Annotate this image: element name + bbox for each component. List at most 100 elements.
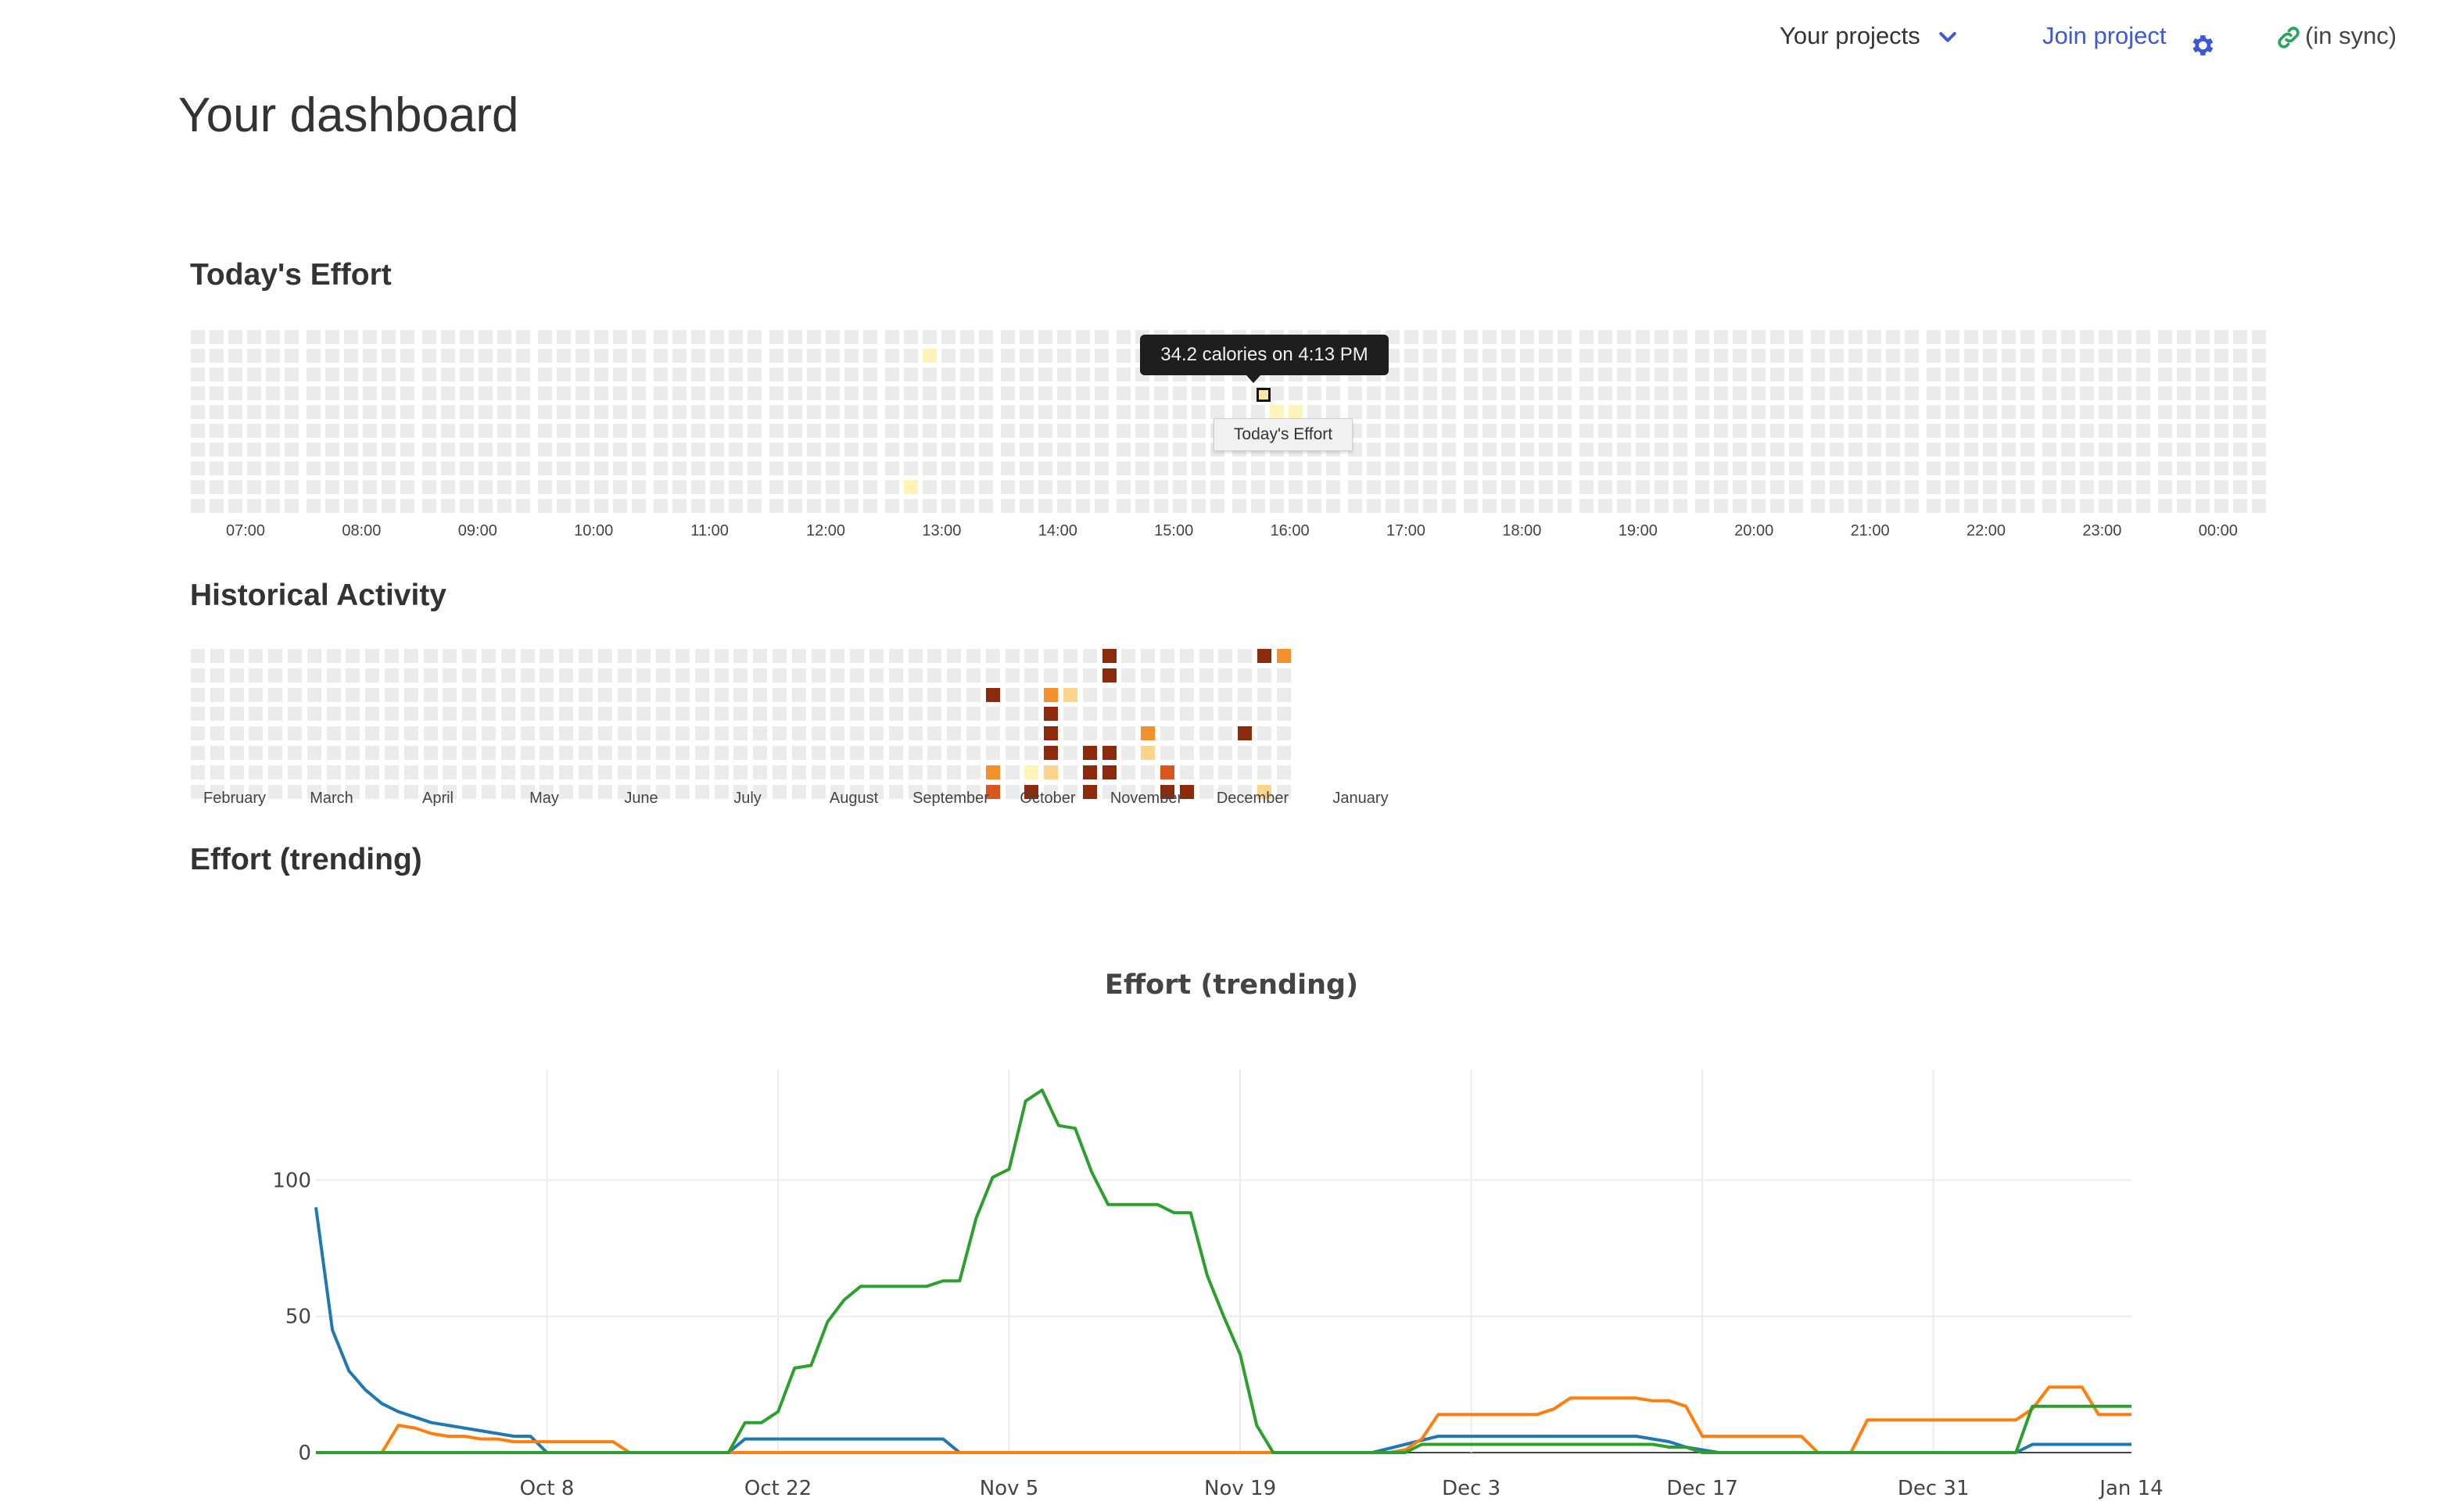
today-heatmap-cell[interactable] — [863, 499, 877, 513]
today-heatmap-cell[interactable] — [807, 367, 821, 382]
today-heatmap-cell[interactable] — [863, 442, 877, 457]
today-heatmap-cell[interactable] — [1076, 349, 1090, 363]
today-heatmap-cell[interactable] — [441, 499, 455, 513]
today-heatmap-cell[interactable] — [1501, 424, 1515, 438]
today-heatmap-cell[interactable] — [497, 461, 511, 475]
today-heatmap-cell[interactable] — [769, 330, 783, 344]
today-heatmap-cell[interactable] — [1945, 442, 1959, 457]
history-heatmap-cell[interactable] — [791, 668, 806, 683]
today-heatmap-cell[interactable] — [1983, 367, 1997, 382]
today-heatmap-cell[interactable] — [2099, 330, 2113, 344]
today-heatmap-cell[interactable] — [1886, 349, 1900, 363]
today-heatmap-cell[interactable] — [516, 442, 530, 457]
today-heatmap-cell[interactable] — [1520, 442, 1534, 457]
history-heatmap-cell[interactable] — [947, 746, 962, 760]
today-heatmap-cell[interactable] — [1001, 461, 1015, 475]
today-heatmap-cell[interactable] — [960, 386, 974, 400]
today-heatmap-cell[interactable] — [2233, 367, 2247, 382]
history-heatmap-cell[interactable] — [927, 668, 942, 683]
today-heatmap-cell[interactable] — [710, 442, 724, 457]
today-heatmap-cell[interactable] — [1038, 442, 1052, 457]
today-heatmap-cell[interactable] — [1367, 442, 1381, 457]
today-heatmap-cell[interactable] — [363, 461, 377, 475]
today-heatmap-cell[interactable] — [344, 480, 358, 494]
history-heatmap-cell[interactable] — [1160, 707, 1174, 722]
today-heatmap-cell[interactable] — [325, 386, 339, 400]
today-heatmap-cell[interactable] — [1482, 424, 1497, 438]
today-heatmap-cell[interactable] — [1020, 330, 1034, 344]
today-heatmap-cell[interactable] — [1848, 499, 1862, 513]
today-heatmap-cell[interactable] — [1482, 480, 1497, 494]
history-heatmap-cell[interactable] — [927, 687, 942, 702]
today-heatmap-cell[interactable] — [1579, 386, 1594, 400]
today-heatmap-cell[interactable] — [748, 367, 762, 382]
today-heatmap-cell[interactable] — [1905, 330, 1919, 344]
today-heatmap-cell[interactable] — [729, 499, 743, 513]
history-heatmap-cell[interactable] — [540, 707, 554, 722]
today-heatmap-cell[interactable] — [904, 330, 918, 344]
today-heatmap-cell[interactable] — [2061, 330, 2075, 344]
history-heatmap-cell[interactable] — [694, 784, 709, 799]
today-heatmap-cell[interactable] — [2042, 330, 2056, 344]
today-heatmap-cell[interactable] — [1905, 442, 1919, 457]
today-heatmap-cell[interactable] — [1192, 424, 1206, 438]
today-heatmap-cell[interactable] — [363, 349, 377, 363]
today-heatmap-cell[interactable] — [2080, 442, 2094, 457]
today-heatmap-cell[interactable] — [748, 480, 762, 494]
today-heatmap-cell[interactable] — [1423, 405, 1437, 419]
today-heatmap-cell[interactable] — [479, 461, 493, 475]
history-heatmap-cell[interactable] — [791, 687, 806, 702]
today-heatmap-cell[interactable] — [2177, 386, 2191, 400]
today-heatmap-cell[interactable] — [729, 405, 743, 419]
today-heatmap-cell[interactable] — [904, 349, 918, 363]
history-heatmap-cell[interactable] — [597, 707, 612, 722]
today-heatmap-cell[interactable] — [904, 386, 918, 400]
history-heatmap-cell[interactable] — [1063, 726, 1077, 741]
today-heatmap-cell[interactable] — [1927, 367, 1941, 382]
today-heatmap-cell[interactable] — [400, 499, 414, 513]
today-heatmap-cell[interactable] — [844, 461, 859, 475]
today-heatmap-cell[interactable] — [1001, 499, 1015, 513]
today-heatmap-cell[interactable] — [691, 480, 705, 494]
today-heatmap-cell[interactable] — [2117, 330, 2131, 344]
today-heatmap-cell[interactable] — [2020, 499, 2035, 513]
history-heatmap-cell[interactable] — [1024, 668, 1039, 683]
history-heatmap-cell[interactable] — [210, 687, 224, 702]
history-heatmap-cell[interactable] — [676, 726, 690, 741]
today-heatmap-cell[interactable] — [1154, 461, 1168, 475]
today-heatmap-cell[interactable] — [885, 461, 899, 475]
today-heatmap-cell[interactable] — [285, 480, 299, 494]
history-heatmap-cell[interactable] — [482, 726, 496, 741]
history-heatmap-cell[interactable] — [482, 649, 496, 663]
today-heatmap-cell[interactable] — [400, 442, 414, 457]
today-heatmap-cell[interactable] — [2233, 442, 2247, 457]
today-heatmap-cell[interactable] — [2061, 349, 2075, 363]
today-heatmap-cell[interactable] — [788, 330, 802, 344]
today-heatmap-cell[interactable] — [1270, 386, 1284, 400]
today-heatmap-cell[interactable] — [1848, 424, 1862, 438]
today-heatmap-cell[interactable] — [1057, 405, 1071, 419]
history-heatmap-cell[interactable] — [579, 649, 593, 663]
history-heatmap-cell[interactable] — [385, 707, 399, 722]
history-heatmap-cell[interactable] — [500, 784, 515, 799]
history-heatmap-cell[interactable] — [326, 707, 341, 722]
today-heatmap-cell[interactable] — [344, 367, 358, 382]
history-heatmap-cell[interactable] — [443, 687, 457, 702]
history-heatmap-cell[interactable] — [985, 668, 1000, 683]
history-heatmap-cell[interactable] — [1044, 726, 1059, 741]
today-heatmap-cell[interactable] — [2042, 367, 2056, 382]
today-heatmap-cell[interactable] — [1945, 461, 1959, 475]
today-heatmap-cell[interactable] — [1636, 367, 1650, 382]
today-heatmap-cell[interactable] — [1501, 405, 1515, 419]
today-heatmap-cell[interactable] — [807, 499, 821, 513]
today-heatmap-cell[interactable] — [1095, 480, 1109, 494]
today-heatmap-cell[interactable] — [1830, 349, 1844, 363]
history-heatmap-cell[interactable] — [365, 649, 380, 663]
today-heatmap-cell[interactable] — [1404, 442, 1418, 457]
today-heatmap-cell[interactable] — [1867, 330, 1881, 344]
today-heatmap-cell[interactable] — [672, 442, 687, 457]
today-heatmap-cell[interactable] — [826, 499, 840, 513]
today-heatmap-cell[interactable] — [400, 461, 414, 475]
today-heatmap-cell[interactable] — [1558, 442, 1572, 457]
today-heatmap-cell[interactable] — [247, 349, 261, 363]
